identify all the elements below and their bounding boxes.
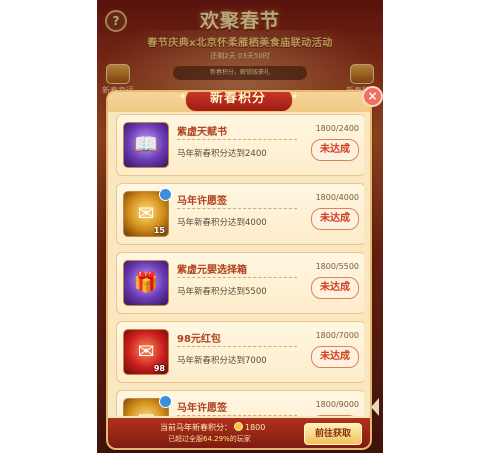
rank-percent: 64.29% <box>203 435 230 443</box>
reward-card: 🎁 紫虚元婴选择箱 1800/5500 马年新春积分达到5500 未达成 <box>116 252 364 314</box>
coin-icon <box>234 422 243 431</box>
sparkle-icon: ✦ <box>290 92 300 103</box>
status-button[interactable]: 未达成 <box>311 208 359 230</box>
status-button[interactable]: 未达成 <box>311 346 359 368</box>
divider <box>177 346 297 347</box>
rank-suffix: 的玩家 <box>229 435 251 443</box>
book-icon: 📖 <box>133 132 159 156</box>
score-line: 当前马年新春积分： 1800 <box>160 422 265 433</box>
reward-name: 紫虚元婴选择箱 <box>177 265 247 276</box>
reward-name: 紫虚天赋书 <box>177 127 227 138</box>
reward-requirement: 马年新春积分达到7000 <box>177 356 267 366</box>
wish-slip-icon: ✉ <box>137 201 155 225</box>
rank-line: 已超过全服64.29%的玩家 <box>168 434 251 444</box>
points-dialog: 新春积分 ✦ ✦ 📖 紫虚天赋书 1800/2400 马年新春积分达到2400 未达成 ✉… <box>108 92 370 448</box>
score-label: 当前马年新春积分： <box>160 423 232 432</box>
reward-name: 98元红包 <box>177 334 221 345</box>
chest-icon: 🎁 <box>133 270 159 294</box>
reward-requirement: 马年新春积分达到5500 <box>177 287 267 297</box>
reward-progress: 1800/7000 <box>315 331 359 340</box>
reward-requirement: 马年新春积分达到2400 <box>177 149 267 159</box>
reward-requirement: 马年新春积分达到4000 <box>177 218 267 228</box>
item-count: 98 <box>153 364 165 373</box>
divider <box>177 139 297 140</box>
reward-card: ✉ 98 98元红包 1800/7000 马年新春积分达到7000 未达成 <box>116 321 364 383</box>
close-button[interactable]: × <box>362 86 383 107</box>
divider <box>177 208 297 209</box>
item-count: 15 <box>153 226 165 235</box>
status-button[interactable]: 未达成 <box>311 139 359 161</box>
reward-progress: 1800/9000 <box>315 400 359 409</box>
reward-thumbnail[interactable]: 📖 <box>123 122 169 168</box>
dialog-footer: 当前马年新春积分： 1800 已超过全服64.29%的玩家 前往获取 <box>108 418 370 448</box>
reward-name: 马年许愿签 <box>177 196 227 207</box>
divider <box>177 415 297 416</box>
rank-prefix: 已超过全服 <box>168 435 203 443</box>
dialog-title: 新春积分 <box>209 92 266 106</box>
divider <box>177 277 297 278</box>
reward-card: 📖 紫虚天赋书 1800/2400 马年新春积分达到2400 未达成 <box>116 114 364 176</box>
reward-list[interactable]: 📖 紫虚天赋书 1800/2400 马年新春积分达到2400 未达成 ✉ 15 马年许愿签 18… <box>116 114 364 416</box>
score-value: 1800 <box>245 423 266 432</box>
reward-progress: 1800/2400 <box>315 124 359 133</box>
sparkle-icon: ✦ <box>178 92 188 103</box>
reward-thumbnail[interactable]: 🎁 <box>123 260 169 306</box>
timer-icon <box>159 395 172 408</box>
scroll-arrow-icon[interactable] <box>371 398 379 416</box>
reward-thumbnail[interactable]: ✉ 15 <box>123 188 172 237</box>
reward-card: ✉ 15 马年许愿签 1800/4000 马年新春积分达到4000 未达成 <box>116 183 364 245</box>
status-button[interactable]: 未达成 <box>311 277 359 299</box>
reward-thumbnail[interactable]: ✉ <box>123 395 172 416</box>
status-button[interactable]: 未达成 <box>311 415 359 416</box>
timer-icon <box>159 188 172 201</box>
reward-progress: 1800/4000 <box>315 193 359 202</box>
red-envelope-icon: ✉ <box>137 339 155 363</box>
reward-card: ✉马年许愿签1800/9000马年新春积分达到9000未达成 <box>116 390 364 416</box>
reward-name: 马年许愿签 <box>177 403 227 414</box>
go-get-button[interactable]: 前往获取 <box>304 423 362 445</box>
reward-thumbnail[interactable]: ✉ 98 <box>123 329 169 375</box>
wish-slip-icon: ✉ <box>124 408 168 416</box>
reward-progress: 1800/5500 <box>315 262 359 271</box>
